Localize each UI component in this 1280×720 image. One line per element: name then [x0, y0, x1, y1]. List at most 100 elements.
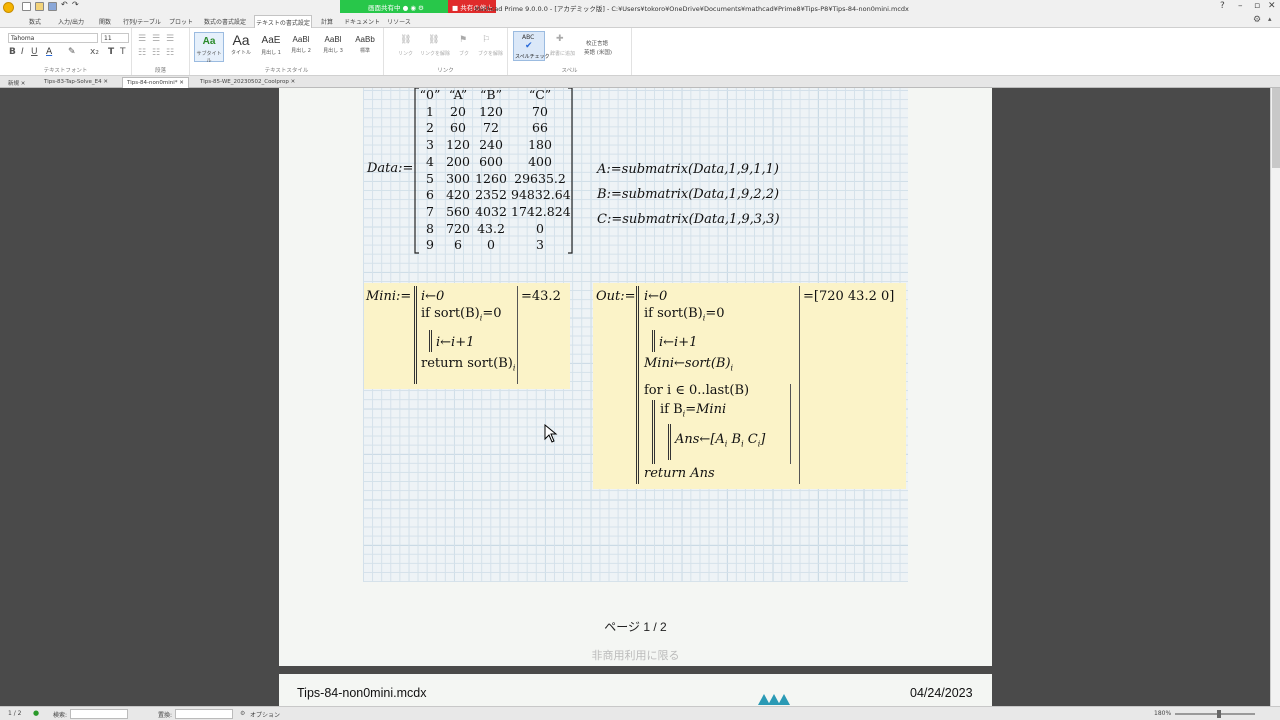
- numbering-icon[interactable]: ☷: [152, 48, 160, 58]
- settings-icon[interactable]: ⚙: [1253, 15, 1261, 25]
- noncommercial-watermark: 非商用利用に限る: [591, 649, 680, 662]
- out-line-1: i←0: [644, 289, 668, 304]
- close-tab-icon[interactable]: ✕: [21, 81, 26, 87]
- page-separator: [279, 666, 992, 674]
- search-input[interactable]: [70, 709, 128, 719]
- style-heading1[interactable]: AaE 見出し 1: [256, 32, 286, 62]
- link-group: ⛓ リンク ⛓ リンクを解除 ⚑ ブク ⚐ ブクを解除 リンク: [384, 28, 508, 75]
- bookmark-icon[interactable]: ⚑: [459, 35, 467, 45]
- tab-math-formatting[interactable]: 数式の書式設定: [200, 15, 250, 28]
- options-button[interactable]: オプション: [250, 710, 280, 719]
- tab-functions[interactable]: 関数: [92, 15, 118, 28]
- remove-bookmark-icon[interactable]: ⚐: [482, 35, 490, 45]
- submatrix-def-a[interactable]: A:=submatrix(Data,1,9,1,1): [597, 162, 779, 177]
- mini-line-3: i←i+1: [436, 335, 475, 350]
- save-icon[interactable]: [48, 2, 57, 11]
- tab-document[interactable]: ドキュメント: [344, 15, 380, 28]
- redo-icon[interactable]: ↷: [72, 0, 81, 9]
- submatrix-rhs: submatrix(Data,1,9,3,3): [622, 212, 780, 227]
- style-title[interactable]: Aa タイトル: [226, 32, 256, 62]
- font-color-icon[interactable]: A: [46, 47, 52, 57]
- vertical-scrollbar[interactable]: [1270, 88, 1280, 706]
- bullets-icon[interactable]: ☷: [138, 48, 146, 58]
- tab-resources[interactable]: リソース: [384, 15, 414, 28]
- clear-format-icon[interactable]: T: [120, 47, 126, 57]
- tab-math[interactable]: 数式: [22, 15, 48, 28]
- indent-icon[interactable]: ☷: [166, 48, 174, 58]
- close-tab-icon[interactable]: ✕: [103, 79, 108, 85]
- font-name-select[interactable]: Tahoma: [8, 33, 98, 43]
- matrix-cell: 120: [479, 103, 503, 119]
- highlight-icon[interactable]: ✎: [68, 47, 76, 57]
- matrix-cell: “A”: [448, 87, 468, 102]
- new-file-icon[interactable]: [22, 2, 31, 11]
- doc-tab-tips84[interactable]: Tips-84-non0mini* ✕: [122, 77, 189, 88]
- group-label: テキストスタイル: [264, 68, 309, 74]
- out-line-3: i←i+1: [659, 335, 698, 350]
- tab-calculation[interactable]: 計算: [314, 15, 340, 28]
- spell-check-button[interactable]: ABC ✔ スペルチェック: [513, 31, 550, 61]
- mathcad-logo-icon[interactable]: [3, 2, 14, 13]
- paragraph-group: ☰ ☰ ☰ ☷ ☷ ☷ 段落: [132, 28, 190, 75]
- matrix-cell: 7: [426, 203, 434, 219]
- submatrix-def-b[interactable]: B:=submatrix(Data,1,9,2,2): [597, 187, 779, 202]
- matrix-cell: 20: [450, 103, 466, 119]
- italic-icon[interactable]: I: [21, 47, 24, 57]
- undo-icon[interactable]: ↶: [61, 0, 70, 9]
- screen-sharing-indicator[interactable]: 画面共有中 ● ◉ ⚙: [340, 0, 448, 13]
- subscript-icon[interactable]: x₂: [90, 47, 99, 57]
- unlink-icon[interactable]: ⛓: [428, 35, 439, 45]
- align-right-icon[interactable]: ☰: [166, 34, 174, 44]
- style-normal[interactable]: AaBb 標準: [350, 32, 380, 62]
- doc-tab-tips85[interactable]: Tips-85-WE_20230502_Coolprop ✕: [196, 77, 299, 88]
- minimize-icon[interactable]: –: [1238, 1, 1243, 11]
- align-left-icon[interactable]: ☰: [138, 34, 146, 44]
- matrix-cell: 1: [426, 103, 434, 119]
- doc-tab-tips83[interactable]: Tips-83-Tap-Solve_E4 ✕: [40, 77, 112, 88]
- assign-op: :=: [606, 162, 622, 177]
- maximize-icon[interactable]: ▫: [1254, 1, 1260, 11]
- program-bar: [414, 286, 417, 384]
- doc-tab-new[interactable]: 新規 ✕: [4, 77, 29, 88]
- style-heading3[interactable]: AaBl 見出し 3: [318, 32, 348, 62]
- matrix-cell: “B”: [480, 87, 502, 102]
- close-tab-icon[interactable]: ✕: [291, 79, 296, 85]
- scrollbar-thumb[interactable]: [1272, 88, 1280, 168]
- submatrix-rhs: submatrix(Data,1,9,1,1): [621, 162, 779, 177]
- zoom-level: 180%: [1154, 710, 1172, 717]
- text-style-icon[interactable]: T: [108, 47, 114, 57]
- close-icon[interactable]: ✕: [1268, 1, 1276, 11]
- matrix-cell: 6: [454, 237, 462, 253]
- collapse-ribbon-icon[interactable]: ▴: [1268, 15, 1272, 23]
- link-icon[interactable]: ⛓: [400, 35, 411, 45]
- underline-icon[interactable]: U: [31, 47, 38, 57]
- open-folder-icon[interactable]: [35, 2, 44, 11]
- subscript: i: [724, 439, 728, 449]
- matrix-cell: 720: [446, 220, 470, 236]
- add-dictionary-icon[interactable]: ✚: [556, 34, 564, 44]
- font-size-select[interactable]: 11: [101, 33, 129, 43]
- submatrix-def-c[interactable]: C:=submatrix(Data,1,9,3,3): [597, 212, 780, 227]
- tab-matrices-tables[interactable]: 行列/テーブル: [122, 15, 162, 28]
- tab-input-output[interactable]: 入力/出力: [52, 15, 90, 28]
- matrix-cell: 180: [528, 137, 552, 153]
- expr: if sort(B): [421, 306, 480, 321]
- style-subtitle[interactable]: Aa サブタイトル: [194, 32, 224, 64]
- out-program-region[interactable]: [593, 283, 906, 489]
- zoom-slider[interactable]: [1175, 710, 1255, 718]
- zoom-slider-thumb[interactable]: [1217, 710, 1221, 718]
- options-icon[interactable]: ⚙: [240, 710, 245, 717]
- align-center-icon[interactable]: ☰: [152, 34, 160, 44]
- add-dictionary-label: 辞書に追加: [550, 51, 576, 57]
- matrix-cell: 400: [528, 153, 552, 169]
- style-label: サブタイトル: [196, 51, 222, 64]
- replace-input[interactable]: [175, 709, 233, 719]
- tab-text-formatting[interactable]: テキストの書式設定: [254, 15, 312, 28]
- data-definition-label[interactable]: Data:=: [367, 161, 413, 176]
- proof-language-select[interactable]: 英語 (米国): [584, 48, 612, 56]
- help-icon[interactable]: ?: [1220, 1, 1225, 11]
- tab-plots[interactable]: プロット: [166, 15, 196, 28]
- close-tab-icon[interactable]: ✕: [179, 80, 184, 86]
- bold-icon[interactable]: B: [9, 47, 16, 57]
- style-heading2[interactable]: AaBl 見出し 2: [286, 32, 316, 62]
